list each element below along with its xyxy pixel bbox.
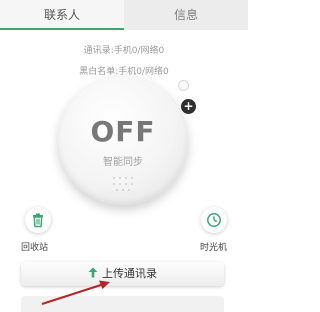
sync-label: 智能同步 [103,157,143,168]
time-machine-label: 时光机 [200,243,228,253]
tab-bar: 联系人 信息 [0,0,248,30]
recycle-bin-label: 回收站 [21,243,49,253]
plus-icon[interactable]: + [181,99,196,114]
contacts-count: 通讯录:手机0/网络0 [83,46,165,56]
time-machine-button[interactable] [201,207,227,233]
tab-contacts[interactable]: 联系人 [0,0,124,30]
trash-icon [33,213,43,228]
tab-messages[interactable]: 信息 [124,0,248,30]
upload-contacts-content: 上传通讯录 [21,262,224,286]
bottom-panel [21,296,224,312]
grip-dots-icon [109,176,137,192]
sync-dial-button[interactable]: OFF 智能同步 [58,75,188,205]
clock-icon [207,213,221,227]
recycle-bin-button[interactable] [25,207,51,233]
up-arrow-icon [88,267,98,278]
info-dot-icon [178,80,189,91]
upload-contacts-label: 上传通讯录 [102,267,157,280]
upload-contacts-button[interactable]: 上传通讯录 [21,262,224,286]
active-tab-indicator [0,28,124,30]
sync-state: OFF [90,115,156,148]
